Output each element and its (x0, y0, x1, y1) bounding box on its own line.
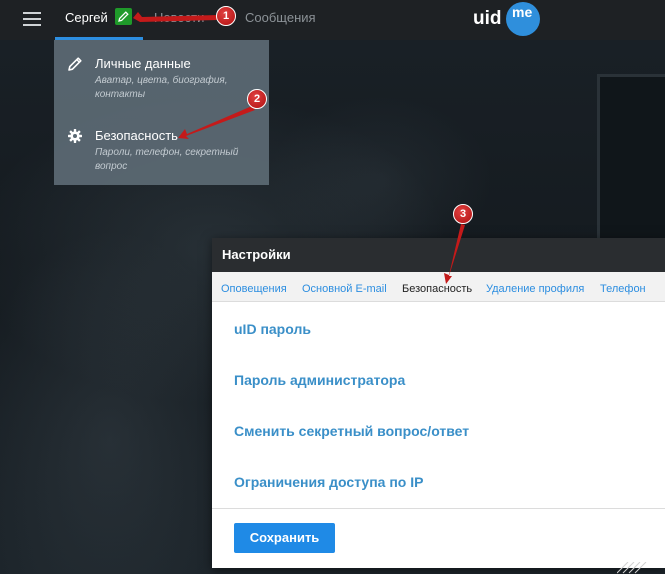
resize-grip-icon[interactable] (617, 562, 665, 574)
callout-badge-1: 1 (216, 6, 236, 26)
arrow-1 (133, 12, 218, 22)
arrow-3 (444, 224, 465, 284)
callout-badge-3: 3 (453, 204, 473, 224)
annotation-arrows (133, 12, 465, 284)
arrow-2 (178, 106, 255, 139)
callout-badge-2: 2 (247, 89, 267, 109)
